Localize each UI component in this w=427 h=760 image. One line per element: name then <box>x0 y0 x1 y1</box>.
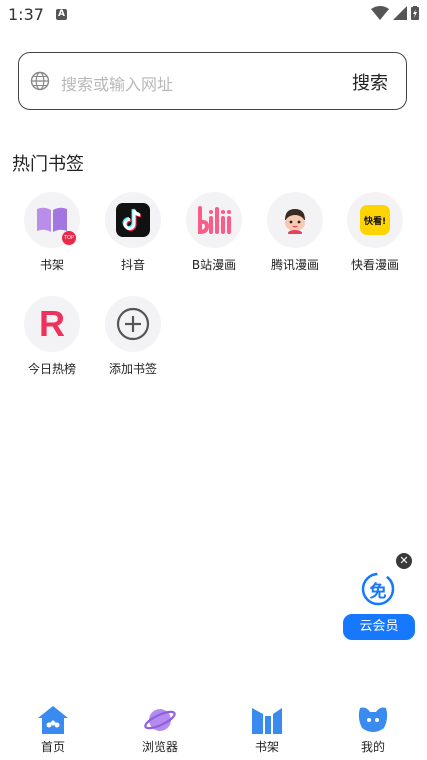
profile-icon <box>358 707 388 732</box>
bilibili-logo-icon <box>198 206 231 235</box>
close-icon[interactable]: ✕ <box>396 553 412 569</box>
planet-icon <box>144 709 176 731</box>
search-input[interactable]: 搜索或输入网址 <box>61 71 173 95</box>
kuaikan-logo-icon: 快看! <box>360 205 390 235</box>
nav-label: 首页 <box>40 740 65 754</box>
bookmark-label: B站漫画 <box>191 258 237 272</box>
add-bookmark-button[interactable]: 添加书签 <box>93 296 173 377</box>
notification-icon: A <box>56 9 67 20</box>
bookmark-label: 今日热榜 <box>27 362 76 376</box>
status-icons <box>371 6 419 20</box>
bookmark-label: 抖音 <box>120 258 145 272</box>
nav-browser[interactable]: 浏览器 <box>120 704 200 755</box>
bookmark-kuaikan-comics[interactable]: 快看! 快看漫画 <box>335 192 415 273</box>
nav-home[interactable]: 首页 <box>13 704 93 755</box>
bookmark-today-hot[interactable]: R 今日热榜 <box>12 296 92 377</box>
home-icon <box>38 706 68 734</box>
nav-mine[interactable]: 我的 <box>333 704 413 755</box>
bookmark-label: 添加书签 <box>108 362 157 376</box>
battery-icon <box>411 6 419 20</box>
nav-bookshelf[interactable]: 书架 <box>227 704 307 755</box>
bottom-nav: 首页 浏览器 书架 我的 <box>0 700 427 760</box>
wifi-icon <box>371 6 389 20</box>
nav-label: 书架 <box>254 740 279 754</box>
rebang-logo-icon: R <box>39 303 65 344</box>
kuaikan-logo-text: 快看! <box>363 216 387 227</box>
section-title-hot-bookmarks: 热门书签 <box>12 154 84 175</box>
book-icon <box>37 207 67 232</box>
bookmark-bookshelf[interactable]: TOP 书架 <box>12 192 92 273</box>
bookshelf-icon <box>252 708 282 734</box>
bookmark-bilibili-comics[interactable]: B站漫画 <box>174 192 254 273</box>
cloud-vip-promo[interactable]: ✕ 免 云会员 <box>343 553 417 643</box>
tencent-comics-mascot-icon <box>285 209 305 234</box>
bookmark-label: 快看漫画 <box>350 258 399 272</box>
nav-label: 我的 <box>360 740 385 754</box>
search-bar[interactable]: 搜索或输入网址 搜索 <box>18 52 407 110</box>
bookmark-label: 书架 <box>39 258 64 272</box>
status-time: 1:37 <box>8 5 44 24</box>
tiktok-icon <box>116 203 150 237</box>
top-badge: TOP <box>62 231 76 245</box>
globe-icon <box>30 71 50 91</box>
free-badge-text: 免 <box>369 582 387 602</box>
plus-circle-icon <box>116 307 150 341</box>
bookmark-douyin[interactable]: 抖音 <box>93 192 173 273</box>
signal-icon <box>393 6 407 20</box>
bookmark-label: 腾讯漫画 <box>270 258 319 272</box>
nav-label: 浏览器 <box>141 740 178 754</box>
bookmark-tencent-comics[interactable]: 腾讯漫画 <box>255 192 335 273</box>
status-bar: 1:37 A <box>0 0 427 30</box>
cloud-vip-button[interactable]: 云会员 <box>343 614 415 640</box>
search-button[interactable]: 搜索 <box>352 69 388 95</box>
